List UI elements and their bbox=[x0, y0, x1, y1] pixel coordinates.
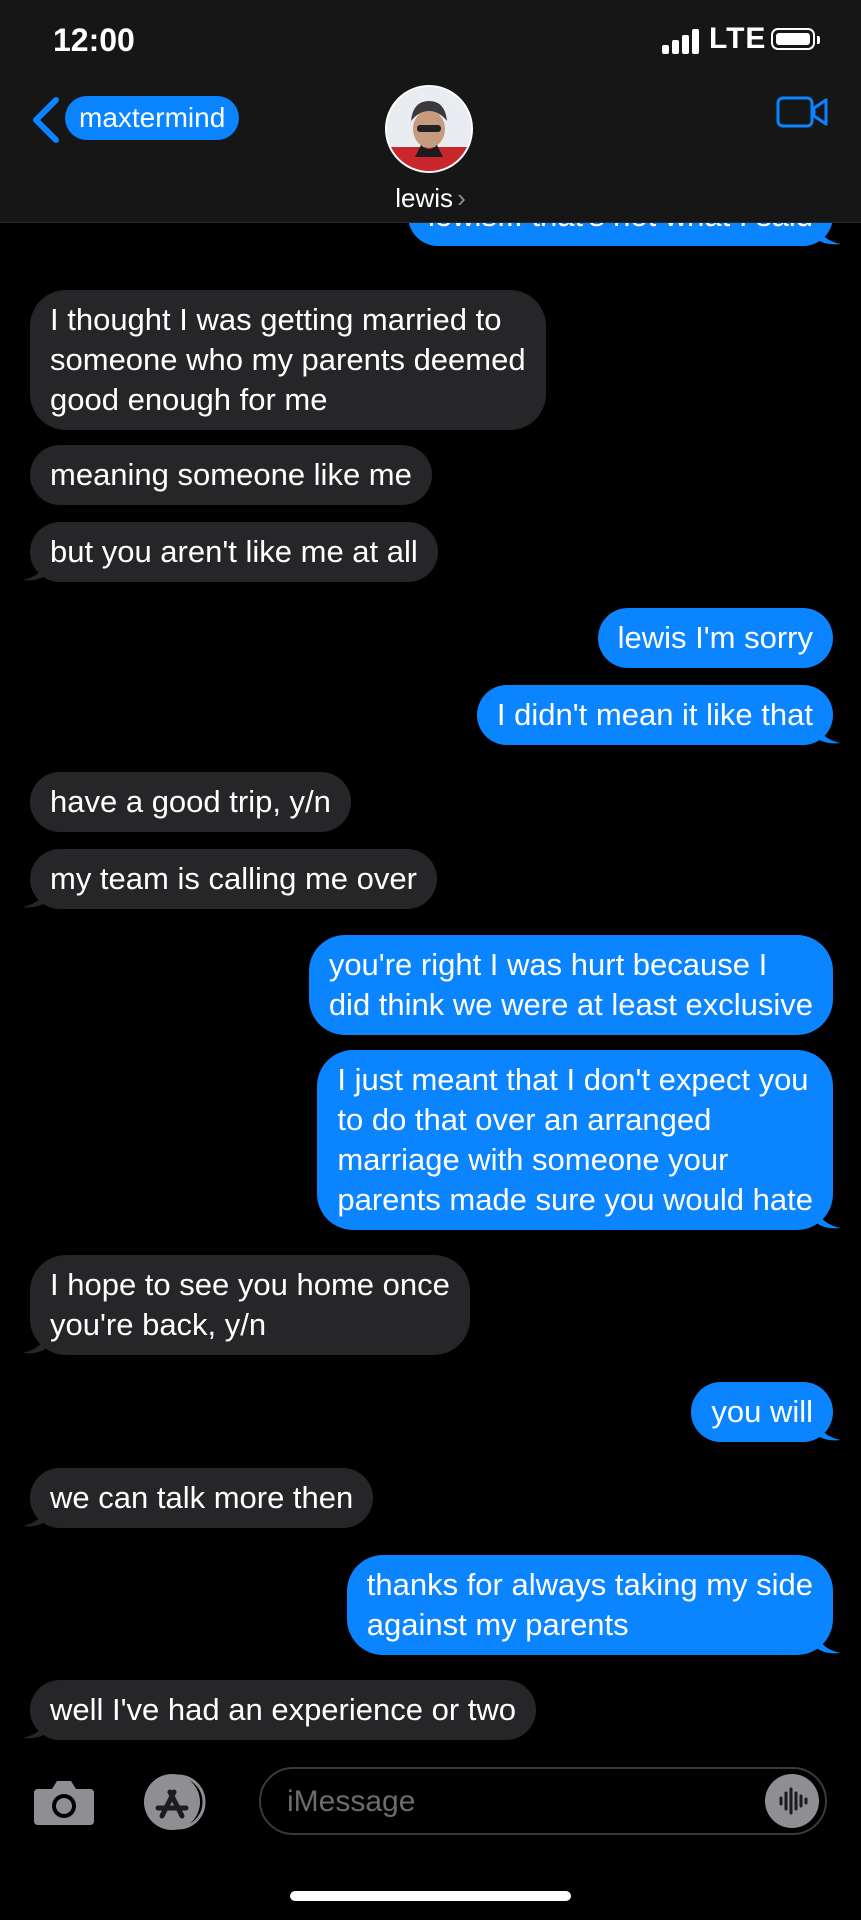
message-line: have a good trip, y/n bbox=[50, 784, 331, 819]
bubble-tail bbox=[22, 556, 48, 581]
incoming-message[interactable]: we can talk more then bbox=[22, 1468, 374, 1528]
outgoing-message[interactable]: you're right I was hurt because I did thi… bbox=[308, 935, 833, 1035]
network-type: LTE bbox=[709, 22, 767, 55]
message-line: lewis... that's not what I said bbox=[428, 222, 813, 236]
back-button[interactable]: maxtermind bbox=[65, 96, 240, 140]
message-line: good enough for me bbox=[50, 382, 328, 417]
bubble-tail bbox=[815, 1629, 841, 1654]
message-line: my team is calling me over bbox=[50, 861, 417, 896]
bubble-tail bbox=[22, 1502, 48, 1527]
status-time: 12:00 bbox=[53, 22, 135, 58]
incoming-message[interactable]: well I've had an experience or two bbox=[22, 1680, 537, 1740]
outgoing-message[interactable]: thanks for always taking my side against … bbox=[346, 1555, 841, 1655]
chevron-right-icon: › bbox=[457, 183, 466, 213]
message-line: did think we were at least exclusive bbox=[328, 987, 813, 1022]
incoming-message[interactable]: have a good trip, y/n bbox=[30, 772, 351, 832]
message-line: I just meant that I don't expect you bbox=[337, 1062, 809, 1097]
incoming-message[interactable]: I hope to see you home once you're back, … bbox=[22, 1255, 470, 1355]
bubble-tail bbox=[815, 1204, 841, 1229]
bubble-tail bbox=[22, 883, 48, 908]
audio-waveform-icon[interactable] bbox=[765, 1774, 819, 1828]
outgoing-message[interactable]: lewis I'm sorry bbox=[597, 608, 833, 668]
message-line: meaning someone like me bbox=[50, 457, 412, 492]
signal-strength-icon bbox=[662, 28, 700, 54]
message-line: to do that over an arranged bbox=[337, 1102, 712, 1137]
message-line: but you aren't like me at all bbox=[50, 534, 418, 569]
message-line: parents made sure you would hate bbox=[337, 1182, 813, 1217]
message-line: marriage with someone your bbox=[337, 1142, 729, 1177]
bubble-tail bbox=[22, 1714, 48, 1739]
message-line: I hope to see you home once bbox=[50, 1267, 450, 1302]
message-line: well I've had an experience or two bbox=[50, 1692, 517, 1727]
video-camera-icon[interactable] bbox=[776, 94, 828, 130]
contact-avatar[interactable] bbox=[385, 85, 473, 173]
outgoing-message[interactable]: I just meant that I don't expect you to d… bbox=[317, 1050, 841, 1230]
message-line: thanks for always taking my side bbox=[366, 1567, 813, 1602]
incoming-message[interactable]: meaning someone like me bbox=[30, 445, 432, 505]
bubble-tail bbox=[22, 1329, 48, 1354]
incoming-message[interactable]: my team is calling me over bbox=[22, 849, 437, 909]
message-thread[interactable]: lewis... that's not what I said I thought… bbox=[0, 222, 861, 1752]
message-line: you're back, y/n bbox=[50, 1307, 267, 1342]
message-line: against my parents bbox=[366, 1607, 629, 1642]
bubble-tail bbox=[815, 719, 841, 744]
message-line: we can talk more then bbox=[50, 1480, 354, 1515]
bubble-tail bbox=[815, 222, 841, 245]
conversation-header: 12:00 LTE maxtermind lewis › bbox=[0, 0, 861, 223]
camera-icon[interactable] bbox=[32, 1777, 96, 1827]
bubble-tail bbox=[815, 1416, 841, 1441]
battery-icon bbox=[771, 28, 820, 50]
message-line: someone who my parents deemed bbox=[50, 342, 526, 377]
message-line: you're right I was hurt because I bbox=[328, 947, 768, 982]
message-line: you will bbox=[711, 1394, 813, 1429]
app-store-icon[interactable] bbox=[140, 1772, 214, 1832]
outgoing-message[interactable]: I didn't mean it like that bbox=[476, 685, 841, 745]
home-indicator[interactable] bbox=[290, 1891, 571, 1901]
message-input[interactable] bbox=[285, 1779, 749, 1825]
message-line: I thought I was getting married to bbox=[50, 302, 502, 337]
outgoing-message[interactable]: lewis... that's not what I said bbox=[408, 222, 841, 246]
outgoing-message[interactable]: you will bbox=[691, 1382, 841, 1442]
message-line: I didn't mean it like that bbox=[496, 697, 813, 732]
imessage-field[interactable] bbox=[259, 1767, 827, 1835]
contact-name[interactable]: lewis › bbox=[0, 183, 861, 214]
chevron-left-icon[interactable] bbox=[30, 96, 62, 144]
status-bar: 12:00 LTE bbox=[0, 0, 861, 86]
message-line: lewis I'm sorry bbox=[617, 620, 813, 655]
incoming-message[interactable]: I thought I was getting married to someon… bbox=[30, 290, 546, 430]
incoming-message[interactable]: but you aren't like me at all bbox=[22, 522, 438, 582]
